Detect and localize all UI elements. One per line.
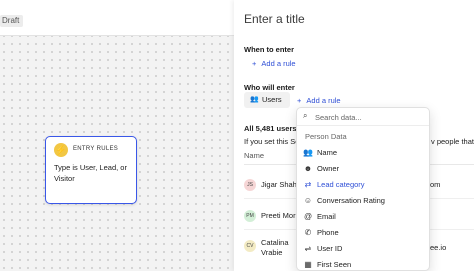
title-input[interactable]: Enter a title — [244, 12, 305, 26]
row-name: Preeti Mor — [261, 211, 296, 220]
users-chip[interactable]: 👥 Users — [244, 92, 290, 108]
dropdown-item-label: Conversation Rating — [317, 196, 385, 205]
users-chip-label: Users — [262, 95, 282, 104]
row-email: ee.io — [430, 243, 447, 252]
dropdown-item-email[interactable]: @ Email — [297, 209, 429, 225]
id-icon: ⇌ — [304, 244, 312, 253]
who-add-rule-button[interactable]: + Add a rule — [297, 96, 341, 105]
data-attribute-dropdown: ⌕ Person Data 👥 Name ☻ Owner ⇄ Lead cate… — [296, 107, 430, 271]
dropdown-item-label: User ID — [317, 244, 343, 253]
info-text-right: v people that s — [431, 137, 474, 146]
column-header-name: Name — [244, 151, 265, 160]
search-icon: ⌕ — [303, 111, 308, 120]
phone-icon: ✆ — [304, 228, 312, 237]
dropdown-item-user-id[interactable]: ⇌ User ID — [297, 241, 429, 257]
avatar: CV — [244, 240, 256, 252]
dropdown-item-first-seen[interactable]: ▦ First Seen — [297, 257, 429, 271]
row-email: om — [430, 180, 441, 189]
dropdown-item-label: Owner — [317, 164, 340, 173]
dropdown-item-owner[interactable]: ☻ Owner — [297, 161, 429, 177]
dropdown-item-lead-category[interactable]: ⇄ Lead category — [297, 177, 429, 193]
entry-rules-card[interactable]: ⚡ ENTRY RULES Type is User, Lead, or Vis… — [45, 136, 137, 204]
bolt-icon: ⚡ — [54, 143, 68, 157]
users-icon: 👥 — [250, 96, 259, 103]
dropdown-item-name[interactable]: 👥 Name — [297, 145, 429, 161]
owner-icon: ☻ — [303, 164, 313, 173]
dropdown-item-label: Email — [317, 212, 336, 221]
calendar-icon: ▦ — [304, 260, 312, 269]
dropdown-item-label: First Seen — [317, 260, 352, 269]
dropdown-item-label: Name — [317, 148, 338, 157]
avatar: JS — [244, 179, 256, 191]
row-name: Jigar Shah — [261, 180, 297, 189]
search-input[interactable] — [315, 111, 421, 123]
plus-icon: + — [297, 96, 302, 105]
when-add-rule-label: Add a rule — [261, 59, 296, 68]
who-add-rule-label: Add a rule — [306, 96, 341, 105]
entry-rules-text: Type is User, Lead, or Visitor — [54, 163, 127, 183]
info-text: If you set this Se — [244, 137, 300, 146]
who-will-enter-label: Who will enter — [244, 83, 295, 92]
people-icon: 👥 — [303, 148, 313, 157]
row-name: Catalina Vrabie — [261, 238, 289, 257]
group-label-person-data: Person Data — [305, 132, 347, 141]
smiley-icon: ☺ — [303, 196, 313, 205]
when-to-enter-label: When to enter — [244, 45, 294, 54]
at-icon: @ — [303, 212, 313, 221]
canvas-topbar: Draft — [0, 0, 234, 36]
workflow-canvas[interactable]: Draft ⚡ ENTRY RULES Type is User, Lead, … — [0, 0, 234, 271]
plus-icon: + — [252, 59, 257, 68]
dropdown-item-conversation-rating[interactable]: ☺ Conversation Rating — [297, 193, 429, 209]
dropdown-search: ⌕ — [297, 108, 429, 126]
users-count-text: All 5,481 users a — [244, 124, 303, 133]
dropdown-item-phone[interactable]: ✆ Phone — [297, 225, 429, 241]
dropdown-item-label: Lead category — [317, 180, 365, 189]
when-add-rule-button[interactable]: + Add a rule — [252, 59, 296, 68]
entry-rules-label: ENTRY RULES — [73, 146, 119, 152]
avatar: PM — [244, 210, 256, 222]
draft-badge: Draft — [0, 15, 24, 27]
dropdown-item-label: Phone — [317, 228, 339, 237]
sort-lines-icon: ⇄ — [304, 180, 312, 189]
